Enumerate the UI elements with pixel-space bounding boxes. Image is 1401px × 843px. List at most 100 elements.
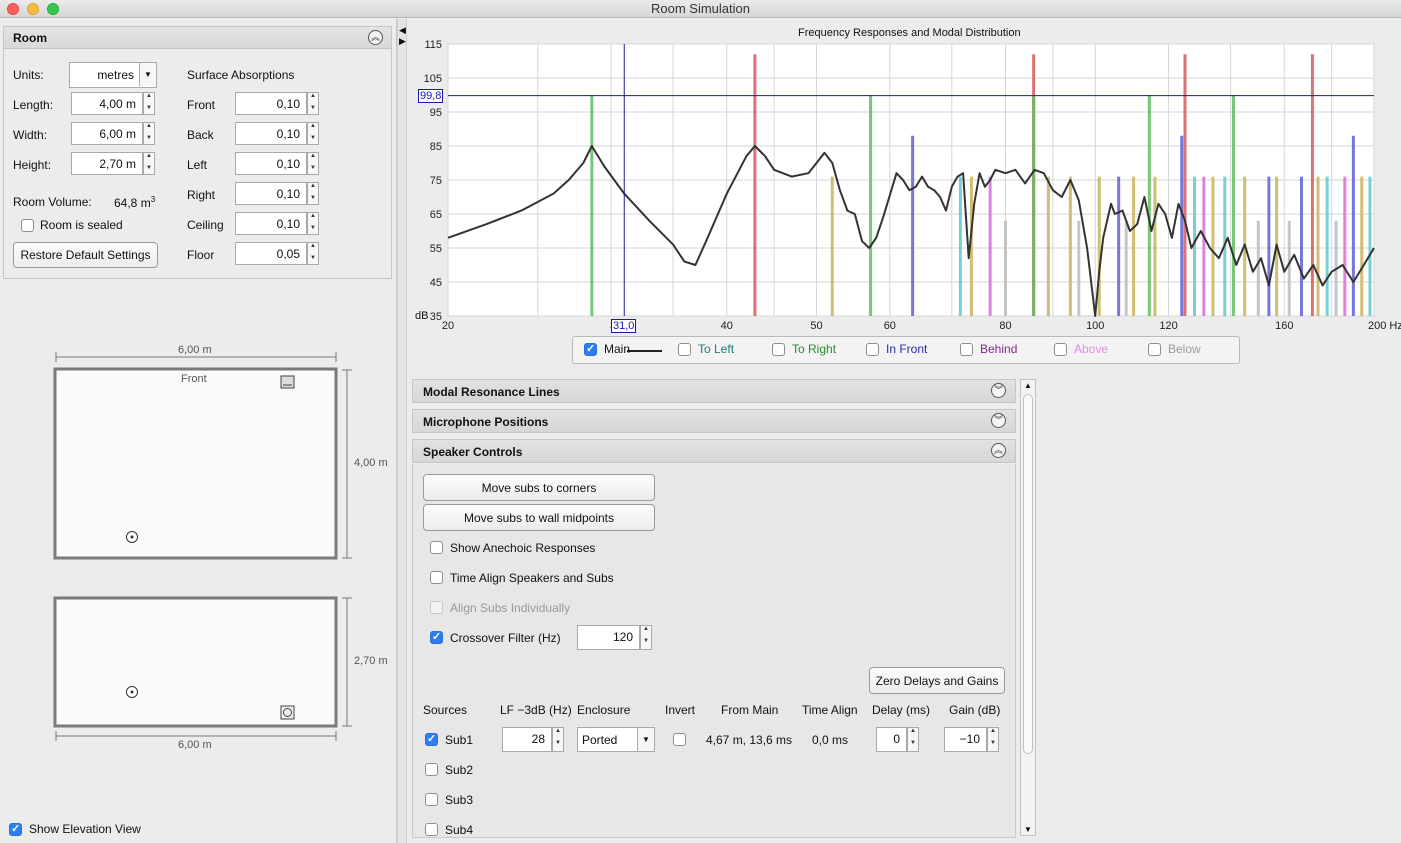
- pane-splitter[interactable]: ◀ ▶: [397, 19, 407, 843]
- time-align-checkbox[interactable]: [430, 571, 443, 584]
- spinner-arrows-icon[interactable]: [987, 727, 999, 752]
- speaker-section-header[interactable]: Speaker Controls ︽: [412, 439, 1016, 463]
- collapse-up-icon[interactable]: ︽: [991, 443, 1006, 458]
- sub1-time-align: 0,0 ms: [812, 733, 849, 747]
- show-elevation-checkbox[interactable]: [9, 822, 22, 836]
- scroll-up-icon[interactable]: ▲: [1024, 381, 1032, 390]
- speaker-scrollbar[interactable]: ▲ ▼: [1020, 379, 1036, 836]
- expand-down-icon[interactable]: ︾: [991, 413, 1006, 428]
- room-panel-header[interactable]: Room ︽: [4, 27, 391, 49]
- crossover-spinner[interactable]: 120: [577, 625, 652, 650]
- chevron-down-icon: ▼: [637, 728, 654, 751]
- sub1-checkbox[interactable]: [425, 732, 438, 746]
- zero-delays-gains-button[interactable]: Zero Delays and Gains: [869, 667, 1005, 694]
- move-subs-midpoints-button[interactable]: Move subs to wall midpoints: [423, 504, 655, 531]
- spinner-arrows-icon[interactable]: [307, 152, 319, 175]
- absorption-left-label: Left: [187, 158, 208, 172]
- y-tick-label: 65: [430, 209, 442, 221]
- spinner-arrows-icon[interactable]: [143, 92, 155, 115]
- absorption-floor-spinner[interactable]: 0,05: [235, 242, 319, 265]
- spinner-arrows-icon[interactable]: [307, 242, 319, 265]
- spinner-arrows-icon[interactable]: [640, 625, 652, 650]
- legend-to-right-label: To Right: [792, 342, 837, 356]
- restore-defaults-button[interactable]: Restore Default Settings: [13, 242, 158, 268]
- sub1-lf-spinner[interactable]: 28: [502, 727, 564, 752]
- room-plan-view: [53, 352, 352, 741]
- length-spinner[interactable]: 4,00 m: [71, 92, 155, 115]
- absorption-ceiling-spinner[interactable]: 0,10: [235, 212, 319, 235]
- absorption-front-spinner[interactable]: 0,10: [235, 92, 319, 115]
- width-spinner[interactable]: 6,00 m: [71, 122, 155, 145]
- legend-below-checkbox[interactable]: [1148, 343, 1161, 356]
- crossover-checkbox[interactable]: [430, 630, 443, 644]
- volume-number: 64,8 m: [114, 196, 151, 210]
- room-top-view[interactable]: [53, 367, 338, 560]
- absorption-right-spinner[interactable]: 0,10: [235, 182, 319, 205]
- scroll-down-icon[interactable]: ▼: [1024, 825, 1032, 834]
- left-pane: Room ︽ Units: metres ▼ Length: 4,00 m Wi…: [0, 19, 397, 843]
- legend-in-front-checkbox[interactable]: [866, 343, 879, 356]
- legend-to-right-checkbox[interactable]: [772, 343, 785, 356]
- absorption-front-value: 0,10: [276, 97, 300, 111]
- room-panel-title: Room: [13, 31, 47, 45]
- legend-to-left-checkbox[interactable]: [678, 343, 691, 356]
- legend-main-checkbox[interactable]: [584, 342, 597, 356]
- room-sealed-checkbox[interactable]: [21, 219, 34, 232]
- splitter-arrow-icon[interactable]: ◀: [399, 25, 406, 36]
- legend-to-left-label: To Left: [698, 342, 735, 356]
- legend-in-front-label: In Front: [886, 342, 928, 356]
- y-tick-label: 105: [424, 73, 442, 85]
- units-select[interactable]: metres ▼: [69, 62, 157, 88]
- legend-below-label: Below: [1168, 342, 1201, 356]
- collapse-up-icon[interactable]: ︽: [368, 30, 383, 45]
- sub3-checkbox[interactable]: [425, 793, 438, 806]
- window-title: Room Simulation: [651, 1, 750, 16]
- align-individually-label: Align Subs Individually: [450, 601, 571, 615]
- col-lf-3db: LF −3dB (Hz): [500, 703, 572, 717]
- absorption-back-spinner[interactable]: 0,10: [235, 122, 319, 145]
- height-label: Height:: [13, 158, 52, 172]
- main-speaker-icon[interactable]: [280, 375, 295, 389]
- spinner-arrows-icon[interactable]: [307, 92, 319, 115]
- sub1-enclosure-value: Ported: [582, 733, 618, 747]
- plan-depth-label: 4,00 m: [354, 457, 388, 469]
- legend-behind-label: Behind: [980, 342, 1018, 356]
- spinner-arrows-icon[interactable]: [307, 212, 319, 235]
- spinner-arrows-icon[interactable]: [143, 152, 155, 175]
- move-subs-corners-button[interactable]: Move subs to corners: [423, 474, 655, 501]
- spinner-arrows-icon[interactable]: [307, 182, 319, 205]
- sub1-enclosure-select[interactable]: Ported ▼: [577, 727, 655, 752]
- expand-down-icon[interactable]: ︾: [991, 383, 1006, 398]
- legend-above-label: Above: [1074, 342, 1109, 356]
- sub4-checkbox[interactable]: [425, 823, 438, 836]
- spinner-arrows-icon[interactable]: [307, 122, 319, 145]
- show-elevation-label: Show Elevation View: [29, 822, 141, 836]
- legend-behind-checkbox[interactable]: [960, 343, 973, 356]
- microphone-section-header[interactable]: Microphone Positions ︾: [412, 409, 1016, 433]
- absorption-left-spinner[interactable]: 0,10: [235, 152, 319, 175]
- frequency-response-chart[interactable]: 1151059585756555453520340506080100120160…: [407, 19, 1401, 335]
- sub1-delay-spinner[interactable]: 0: [876, 727, 919, 752]
- absorption-left-value: 0,10: [276, 157, 300, 171]
- sub1-invert-checkbox[interactable]: [673, 733, 686, 746]
- length-value: 4,00 m: [99, 97, 136, 111]
- modal-lines-section-header[interactable]: Modal Resonance Lines ︾: [412, 379, 1016, 403]
- spinner-arrows-icon[interactable]: [143, 122, 155, 145]
- height-spinner[interactable]: 2,70 m: [71, 152, 155, 175]
- splitter-arrow-right-icon[interactable]: ▶: [399, 36, 406, 47]
- spinner-arrows-icon[interactable]: [552, 727, 564, 752]
- time-align-label: Time Align Speakers and Subs: [450, 571, 614, 585]
- spinner-arrows-icon[interactable]: [907, 727, 919, 752]
- crossover-label: Crossover Filter (Hz): [450, 631, 561, 645]
- col-time-align: Time Align: [802, 703, 858, 717]
- sub2-checkbox[interactable]: [425, 763, 438, 776]
- scrollbar-thumb[interactable]: [1023, 394, 1033, 754]
- legend-above-checkbox[interactable]: [1054, 343, 1067, 356]
- align-individually-checkbox[interactable]: [430, 601, 443, 614]
- units-value: metres: [97, 68, 134, 82]
- y-tick-label: 45: [430, 277, 442, 289]
- sub-speaker-icon[interactable]: [280, 705, 295, 720]
- sub1-gain-value: −10: [959, 732, 980, 746]
- anechoic-checkbox[interactable]: [430, 541, 443, 554]
- sub1-gain-spinner[interactable]: −10: [944, 727, 999, 752]
